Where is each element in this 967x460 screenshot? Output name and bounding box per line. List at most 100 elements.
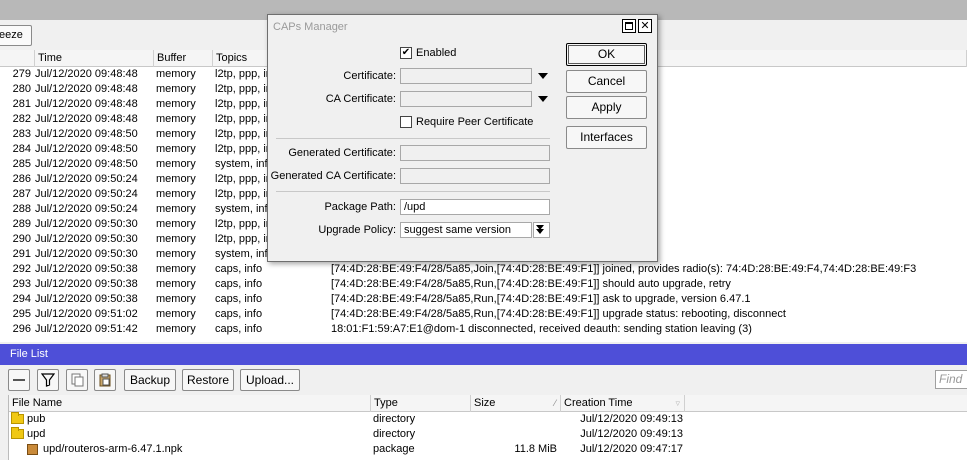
log-row-number: 284 (12, 143, 31, 155)
log-row-buffer: memory (156, 278, 196, 290)
file-col-created-label: Creation Time (564, 397, 633, 409)
certificate-select[interactable] (400, 68, 532, 84)
interfaces-button[interactable]: Interfaces (566, 126, 647, 149)
chevron-down-icon (536, 229, 544, 234)
log-row-buffer: memory (156, 308, 196, 320)
package-path-input[interactable]: /upd (400, 199, 550, 215)
folder-icon (11, 427, 24, 439)
upgrade-policy-select[interactable]: suggest same version (400, 222, 532, 238)
log-row-buffer: memory (156, 218, 196, 230)
log-row-buffer: memory (156, 128, 196, 140)
copy-button[interactable] (66, 369, 88, 391)
enabled-checkbox[interactable]: ✔ (400, 47, 412, 59)
log-col-number[interactable] (0, 50, 35, 67)
upgrade-policy-label: Upgrade Policy: (318, 224, 396, 236)
log-row-time: Jul/12/2020 09:50:38 (35, 293, 138, 305)
ca-certificate-select[interactable] (400, 91, 532, 107)
file-col-size[interactable]: Size ⁄ (471, 395, 561, 412)
file-col-name[interactable]: File Name (9, 395, 371, 412)
log-col-time[interactable]: Time (35, 50, 154, 67)
package-path-label: Package Path: (324, 201, 396, 213)
file-row-type: directory (373, 428, 416, 440)
log-row-time: Jul/12/2020 09:48:48 (35, 83, 138, 95)
log-row-buffer: memory (156, 68, 196, 80)
ok-button[interactable]: OK (566, 43, 647, 66)
paste-icon (99, 373, 111, 387)
apply-button[interactable]: Apply (566, 96, 647, 119)
log-row-number: 279 (12, 68, 31, 80)
log-row-time: Jul/12/2020 09:50:24 (35, 173, 138, 185)
log-row[interactable]: 293 Jul/12/2020 09:50:38 memory caps, info [… (0, 277, 967, 292)
log-row-time: Jul/12/2020 09:48:48 (35, 68, 138, 80)
certificate-label: Certificate: (343, 70, 396, 82)
log-row[interactable]: 294 Jul/12/2020 09:50:38 memory caps, info [… (0, 292, 967, 307)
certificate-dropdown-icon[interactable] (538, 73, 548, 79)
folder-icon (11, 412, 24, 424)
filter-button[interactable] (37, 369, 59, 391)
log-row-time: Jul/12/2020 09:48:50 (35, 143, 138, 155)
maximize-icon[interactable] (622, 19, 636, 33)
log-row-topics: caps, info (215, 308, 263, 320)
require-peer-certificate-checkbox[interactable] (400, 116, 412, 128)
separator (276, 138, 550, 139)
log-row[interactable]: 295 Jul/12/2020 09:51:02 memory caps, info [… (0, 307, 967, 322)
generated-certificate-label: Generated Certificate: (288, 147, 396, 159)
log-row-number: 296 (12, 323, 31, 335)
file-row-name: upd (27, 428, 46, 440)
file-row-type: package (373, 443, 415, 455)
file-row[interactable]: upd directory Jul/12/2020 09:49:13 (9, 427, 967, 442)
log-row-buffer: memory (156, 233, 196, 245)
log-row-time: Jul/12/2020 09:50:24 (35, 188, 138, 200)
file-col-created[interactable]: Creation Time ▿ (561, 395, 685, 412)
log-row-buffer: memory (156, 113, 196, 125)
log-col-buffer[interactable]: Buffer (154, 50, 213, 67)
file-row[interactable]: upd/routeros-arm-6.47.1.npk package 11.8 M… (9, 442, 967, 457)
log-row-buffer: memory (156, 203, 196, 215)
log-row[interactable]: 296 Jul/12/2020 09:51:42 memory caps, info 1… (0, 322, 967, 337)
log-row-number: 282 (12, 113, 31, 125)
log-row-buffer: memory (156, 263, 196, 275)
log-row-time: Jul/12/2020 09:50:30 (35, 248, 138, 260)
log-row-number: 286 (12, 173, 31, 185)
log-row-time: Jul/12/2020 09:51:02 (35, 308, 138, 320)
ca-certificate-label: CA Certificate: (325, 93, 396, 105)
separator (276, 191, 550, 192)
caps-manager-dialog: CAPs Manager ✕ ✔ Enabled Certificate: CA… (267, 14, 658, 262)
file-list-toolbar: Backup Restore Upload... Find (0, 365, 967, 395)
paste-button[interactable] (94, 369, 116, 391)
enabled-label: Enabled (416, 47, 457, 59)
log-row-time: Jul/12/2020 09:48:50 (35, 128, 138, 140)
log-row-time: Jul/12/2020 09:48:48 (35, 98, 138, 110)
log-row-topics: caps, info (215, 263, 263, 275)
log-row-time: Jul/12/2020 09:48:48 (35, 113, 138, 125)
backup-button[interactable]: Backup (124, 369, 176, 391)
log-row[interactable]: 292 Jul/12/2020 09:50:38 memory caps, info [… (0, 262, 967, 277)
upload-button[interactable]: Upload... (240, 369, 300, 391)
close-icon[interactable]: ✕ (638, 19, 652, 33)
log-row-buffer: memory (156, 158, 196, 170)
log-row-number: 285 (12, 158, 31, 170)
log-row-number: 281 (12, 98, 31, 110)
cancel-button[interactable]: Cancel (566, 70, 647, 93)
restore-button[interactable]: Restore (182, 369, 234, 391)
find-input[interactable]: Find (935, 370, 967, 389)
ca-certificate-dropdown-icon[interactable] (538, 96, 548, 102)
file-row[interactable]: pub directory Jul/12/2020 09:49:13 (9, 412, 967, 427)
log-row-message: 18:01:F1:59:A7:E1@dom-1 disconnected, re… (331, 323, 752, 335)
dialog-title: CAPs Manager (273, 21, 348, 33)
log-row-buffer: memory (156, 188, 196, 200)
log-row-number: 293 (12, 278, 31, 290)
file-col-type[interactable]: Type (371, 395, 471, 412)
log-row-number: 287 (12, 188, 31, 200)
log-row-number: 283 (12, 128, 31, 140)
freeze-button[interactable]: eeze (0, 25, 32, 46)
file-row-name: upd/routeros-arm-6.47.1.npk (43, 443, 183, 455)
upgrade-policy-dropdown-button[interactable] (533, 222, 550, 238)
log-row-buffer: memory (156, 173, 196, 185)
log-row-number: 292 (12, 263, 31, 275)
filter-icon (40, 373, 56, 387)
generated-ca-certificate-field (400, 168, 550, 184)
sort-icon: ⁄ (554, 398, 556, 408)
remove-button[interactable] (8, 369, 30, 391)
file-list-window: File List Backup Restore Upload... Find … (0, 344, 967, 460)
